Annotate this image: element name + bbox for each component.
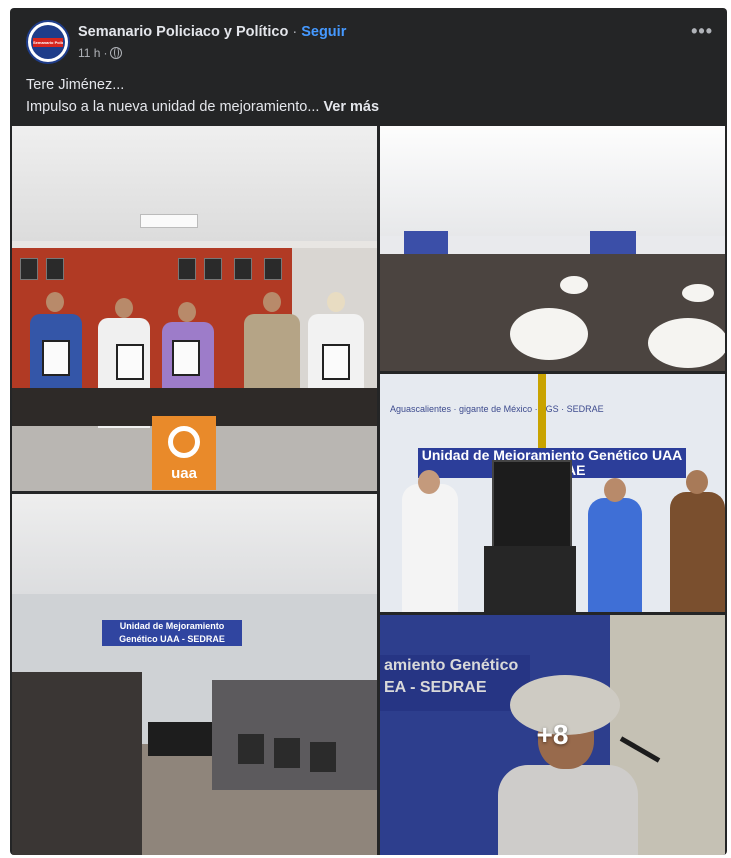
post-header-line: Semanario Policiaco y Político · Seguir — [78, 24, 346, 40]
person-head — [418, 470, 440, 494]
person-head — [604, 478, 626, 502]
commemorative-plaque — [492, 460, 572, 550]
wall-frame — [46, 258, 64, 280]
person — [402, 484, 458, 612]
wall-frame — [234, 258, 252, 280]
see-more-link[interactable]: Ver más — [323, 99, 379, 115]
globe-icon — [110, 47, 123, 59]
plaque-base — [484, 546, 576, 612]
cowboy-hat — [510, 308, 588, 360]
unit-banner: Unidad de Mejoramiento Genético UAA - SE… — [102, 620, 242, 646]
post-meta: 11 h · — [78, 46, 123, 60]
sponsor-logos: Aguascalientes · gigante de México · AGS… — [390, 404, 604, 414]
uaa-logo-sign: uaa — [152, 416, 216, 490]
tent-roof — [380, 126, 725, 236]
photo-signing-ceremony[interactable]: uaa — [12, 126, 377, 491]
person-head — [686, 470, 708, 494]
avatar-logo: Semanario Policiaco — [31, 25, 65, 59]
header-separator: · — [288, 24, 302, 40]
photo-speaker[interactable]: amiento Genético EA - SEDRAE +8 — [380, 615, 725, 855]
signed-document — [172, 340, 200, 376]
wall-frame — [204, 258, 222, 280]
cowboy-hat — [648, 318, 725, 368]
page-name-link[interactable]: Semanario Policiaco y Político — [78, 24, 288, 40]
person-head — [327, 292, 345, 312]
post-caption: Tere Jiménez... Impulso a la nueva unida… — [26, 74, 379, 118]
page-avatar[interactable]: Semanario Policiaco — [26, 20, 70, 64]
wall-frame — [264, 258, 282, 280]
follow-button[interactable]: Seguir — [301, 24, 346, 40]
audience-left — [12, 672, 142, 855]
person-head — [263, 292, 281, 312]
audience-right — [212, 680, 377, 790]
more-options-icon[interactable]: ••• — [691, 22, 713, 40]
avatar-text: Semanario Policiaco — [33, 37, 63, 47]
post-timestamp[interactable]: 11 h — [78, 46, 100, 60]
chair — [274, 738, 300, 768]
signed-document — [322, 344, 350, 380]
facebook-post: Semanario Policiaco Semanario Policiaco … — [10, 8, 727, 855]
signed-document — [42, 340, 70, 376]
cowboy-hat — [682, 284, 714, 302]
wall-frame — [20, 258, 38, 280]
caption-line-2: Impulso a la nueva unidad de mejoramient… — [26, 99, 320, 115]
wall-frame — [178, 258, 196, 280]
meta-separator: · — [103, 46, 108, 60]
person-head — [115, 298, 133, 318]
chair — [238, 734, 264, 764]
signed-document — [116, 344, 144, 380]
ceiling-lamp — [140, 214, 198, 228]
person-head — [178, 302, 196, 322]
caption-line-1: Tere Jiménez... — [26, 77, 125, 93]
photo-plaque-unveiling[interactable]: Aguascalientes · gigante de México · AGS… — [380, 374, 725, 612]
chair — [310, 742, 336, 772]
more-photos-count[interactable]: +8 — [380, 615, 725, 855]
cowboy-hat — [560, 276, 588, 294]
person — [588, 498, 642, 612]
person — [670, 492, 725, 612]
person-head — [46, 292, 64, 312]
photo-crowd[interactable] — [380, 126, 725, 371]
tent-roof — [12, 494, 377, 594]
photo-seated-audience[interactable]: Unidad de Mejoramiento Genético UAA - SE… — [12, 494, 377, 855]
